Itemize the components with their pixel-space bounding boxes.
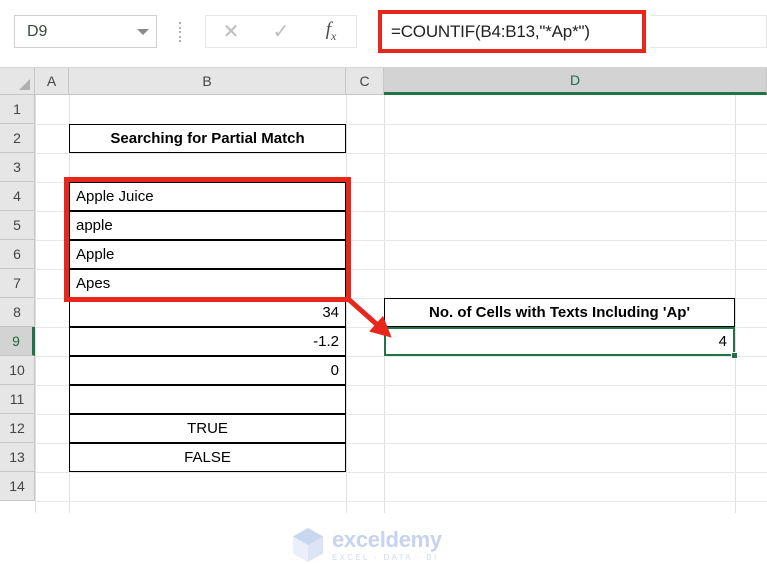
fx-icon: fx [325, 19, 337, 43]
exceldemy-watermark: exceldemy EXCEL · DATA · BI [290, 526, 442, 564]
gridline-vertical [346, 95, 347, 513]
column-header-b-label: B [202, 73, 212, 89]
gridline-horizontal [35, 472, 767, 473]
row-header-3[interactable]: 3 [0, 153, 35, 182]
formula-input[interactable]: =COUNTIF(B4:B13,"*Ap*") [378, 10, 646, 53]
cell-b13-value: FALSE [184, 449, 231, 466]
cell-b10[interactable]: 0 [69, 356, 346, 385]
cancel-button[interactable]: ✕ [214, 19, 248, 45]
spreadsheet-grid[interactable]: A B C D 1 2 3 4 5 6 7 8 9 10 11 12 13 14 [0, 68, 767, 562]
cell-b2[interactable]: Searching for Partial Match [69, 124, 346, 153]
row-header-11-label: 11 [9, 391, 25, 407]
row-header-9[interactable]: 9 [0, 327, 35, 356]
row-header-1-label: 1 [13, 101, 21, 117]
cell-b7-value: Apes [76, 275, 111, 292]
row-header-10-label: 10 [9, 362, 25, 378]
formula-bar-strip: D9 ✕ ✓ fx =COUNTIF(B4:B13,"*Ap*") [0, 0, 767, 68]
row-header-14-label: 14 [9, 478, 25, 494]
cell-d8[interactable]: No. of Cells with Texts Including 'Ap' [384, 298, 735, 327]
cell-b10-value: 0 [330, 362, 339, 379]
row-header-5[interactable]: 5 [0, 211, 35, 240]
row-header-12-label: 12 [9, 420, 25, 436]
row-header-6[interactable]: 6 [0, 240, 35, 269]
row-header-9-label: 9 [12, 333, 20, 349]
row-header-6-label: 6 [13, 246, 21, 262]
row-header-7-label: 7 [13, 275, 21, 291]
cell-b5[interactable]: apple [69, 211, 346, 240]
row-header-7[interactable]: 7 [0, 269, 35, 298]
chevron-down-icon [137, 28, 149, 35]
name-box-dropdown-icon[interactable] [130, 16, 156, 47]
row-header-14[interactable]: 14 [0, 472, 35, 501]
formula-bar-background [650, 15, 767, 48]
cell-b12-value: TRUE [187, 420, 228, 437]
row-header-3-label: 3 [13, 159, 21, 175]
cell-b12[interactable]: TRUE [69, 414, 346, 443]
name-box[interactable]: D9 [14, 15, 157, 48]
cell-b9[interactable]: -1.2 [69, 327, 346, 356]
select-all-triangle-icon [19, 79, 30, 90]
gridline-vertical [35, 95, 36, 513]
cell-b8[interactable]: 34 [69, 298, 346, 327]
column-header-c[interactable]: C [346, 68, 384, 95]
row-header-4[interactable]: 4 [0, 182, 35, 211]
row-header-8[interactable]: 8 [0, 298, 35, 327]
row-header-12[interactable]: 12 [0, 414, 35, 443]
cell-b6[interactable]: Apple [69, 240, 346, 269]
check-icon: ✓ [272, 20, 290, 43]
row-header-2-label: 2 [13, 130, 21, 146]
gridline-vertical [735, 95, 736, 513]
insert-function-button[interactable]: fx [314, 19, 348, 45]
enter-button[interactable]: ✓ [264, 19, 298, 45]
cell-b7[interactable]: Apes [69, 269, 346, 298]
column-header-a-label: A [46, 73, 57, 89]
row-header-10[interactable]: 10 [0, 356, 35, 385]
row-header-8-label: 8 [13, 304, 21, 320]
cell-d9[interactable]: 4 [384, 327, 735, 356]
select-all-button[interactable] [0, 68, 35, 95]
cell-b6-value: Apple [76, 246, 115, 263]
close-icon: ✕ [222, 20, 240, 43]
column-header-b[interactable]: B [69, 68, 346, 95]
gridline-horizontal [35, 501, 767, 502]
formula-bar-grip-icon [175, 20, 185, 44]
watermark-name: exceldemy [332, 526, 442, 552]
cell-d8-value: No. of Cells with Texts Including 'Ap' [428, 304, 691, 321]
cell-b11[interactable] [69, 385, 346, 414]
cell-b4-value: Apple Juice [76, 188, 154, 205]
cell-b8-value: 34 [322, 304, 339, 321]
row-header-13-label: 13 [9, 449, 25, 465]
column-header-a[interactable]: A [35, 68, 69, 95]
column-header-d[interactable]: D [384, 68, 767, 95]
column-header-c-label: C [359, 73, 370, 89]
cell-d9-value: 4 [718, 333, 727, 350]
row-header-13[interactable]: 13 [0, 443, 35, 472]
watermark-text: exceldemy EXCEL · DATA · BI [332, 526, 442, 562]
gridline-horizontal [35, 153, 767, 154]
watermark-tagline: EXCEL · DATA · BI [332, 552, 439, 562]
row-header-2[interactable]: 2 [0, 124, 35, 153]
column-header-d-label: D [569, 72, 581, 88]
cell-b5-value: apple [76, 217, 113, 234]
exceldemy-cube-logo [293, 528, 323, 562]
row-header-1[interactable]: 1 [0, 95, 35, 124]
cell-b4[interactable]: Apple Juice [69, 182, 346, 211]
name-box-value: D9 [27, 22, 48, 40]
fill-handle[interactable] [731, 352, 738, 359]
row-header-4-label: 4 [13, 188, 21, 204]
cell-b2-value: Searching for Partial Match [110, 130, 305, 147]
row-header-11[interactable]: 11 [0, 385, 35, 414]
cell-b13[interactable]: FALSE [69, 443, 346, 472]
formula-input-value: =COUNTIF(B4:B13,"*Ap*") [391, 21, 590, 41]
cell-b9-value: -1.2 [313, 333, 339, 350]
formula-action-buttons: ✕ ✓ fx [205, 15, 357, 48]
row-header-5-label: 5 [13, 217, 21, 233]
